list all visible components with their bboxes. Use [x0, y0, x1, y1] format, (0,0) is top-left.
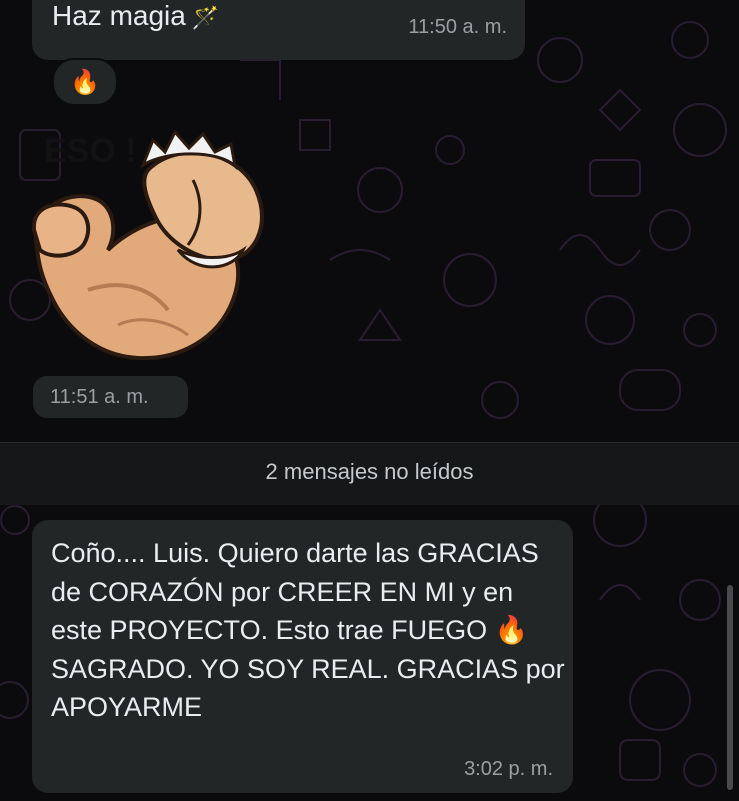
- sticker-text: ESO !: [44, 132, 137, 170]
- message-timestamp: 3:02 p. m.: [464, 758, 553, 780]
- message-timestamp: 11:50 a. m.: [408, 16, 507, 38]
- message-timestamp: 11:51 a. m.: [50, 386, 149, 408]
- message-bubble-incoming[interactable]: Haz magia 🪄 11:50 a. m.: [32, 0, 525, 60]
- magic-wand-emoji: 🪄: [191, 5, 220, 30]
- unread-messages-divider: 2 mensajes no leídos: [0, 442, 739, 505]
- message-bubble-incoming[interactable]: Coño.... Luis. Quiero darte las GRACIAS …: [32, 520, 573, 793]
- unread-count-label: 2 mensajes no leídos: [265, 459, 474, 484]
- message-text: Haz magia 🪄: [52, 0, 220, 31]
- fire-reaction[interactable]: 🔥: [52, 58, 118, 106]
- scrollbar[interactable]: [727, 585, 733, 790]
- sticker-timestamp-pill: 11:51 a. m.: [33, 376, 188, 418]
- flexed-bicep-sticker[interactable]: ESO !: [28, 110, 278, 380]
- message-text: Coño.... Luis. Quiero darte las GRACIAS …: [51, 538, 565, 722]
- flexed-bicep-icon: ESO !: [31, 129, 264, 361]
